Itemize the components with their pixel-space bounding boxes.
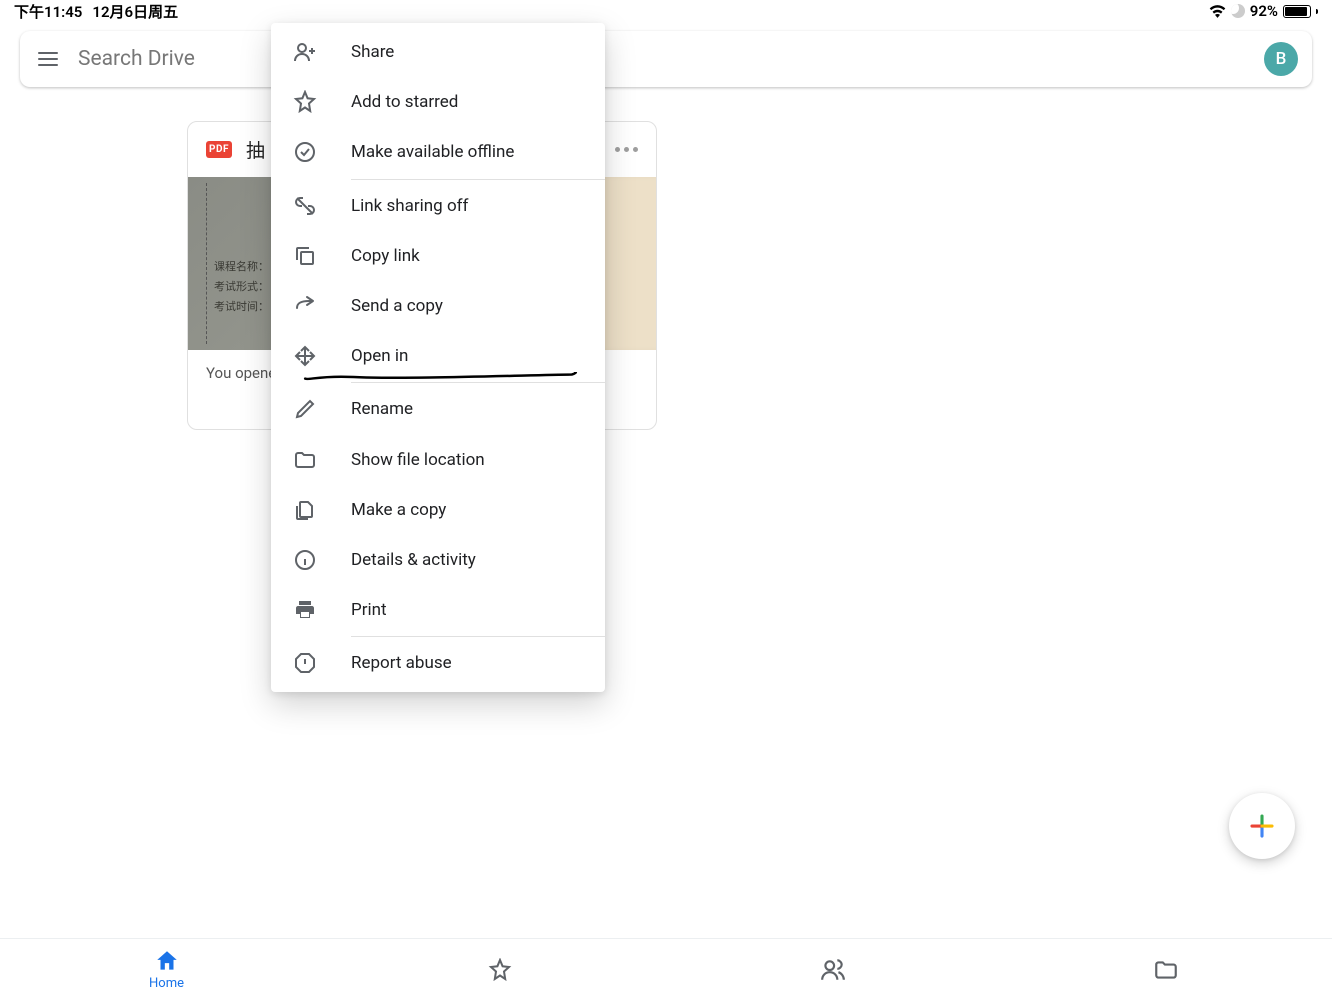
bottom-nav: Home StarredSharedFiles xyxy=(0,938,1332,1000)
avatar[interactable]: B xyxy=(1264,42,1298,76)
print-icon xyxy=(293,598,317,622)
menu-item-show-file-location[interactable]: Show file location xyxy=(271,435,605,485)
menu-item-print[interactable]: Print xyxy=(271,585,605,635)
move-icon xyxy=(293,344,317,368)
context-menu: Share Add to starred Make available offlin… xyxy=(271,23,605,692)
status-time: 下午11:45 xyxy=(14,1,82,22)
file-copy-icon xyxy=(293,498,317,522)
pdf-badge-icon: PDF xyxy=(206,141,232,158)
star-outline-icon xyxy=(488,958,512,982)
search-bar[interactable]: Search Drive B xyxy=(20,31,1312,87)
menu-item-copy-link[interactable]: Copy link xyxy=(271,231,605,281)
nav-shared[interactable]: Shared xyxy=(666,957,999,983)
star-outline-icon xyxy=(293,90,317,114)
nav-home[interactable]: Home xyxy=(0,948,333,991)
menu-item-report-abuse[interactable]: Report abuse xyxy=(271,638,605,688)
more-options-icon[interactable] xyxy=(615,147,638,152)
menu-item-label: Show file location xyxy=(351,450,485,470)
menu-item-share[interactable]: Share xyxy=(271,27,605,77)
menu-item-label: Share xyxy=(351,42,394,62)
menu-divider xyxy=(351,179,605,180)
search-input[interactable]: Search Drive xyxy=(78,47,1244,71)
link-off-icon xyxy=(293,194,317,218)
menu-item-label: Print xyxy=(351,600,387,620)
menu-item-open-in[interactable]: Open in xyxy=(271,331,605,381)
folder-outline-icon xyxy=(1153,957,1179,983)
pencil-icon xyxy=(293,397,317,421)
status-bar: 下午11:45 12月6日周五 92% xyxy=(0,0,1332,22)
menu-item-link-sharing-off[interactable]: Link sharing off xyxy=(271,181,605,231)
menu-item-label: Add to starred xyxy=(351,92,458,112)
moon-icon xyxy=(1231,4,1245,18)
menu-item-add-to-starred[interactable]: Add to starred xyxy=(271,77,605,127)
menu-item-label: Rename xyxy=(351,399,413,419)
menu-item-make-a-copy[interactable]: Make a copy xyxy=(271,485,605,535)
menu-item-label: Open in xyxy=(351,346,408,366)
menu-divider xyxy=(351,636,605,637)
nav-label: Home xyxy=(149,976,184,991)
person-add-icon xyxy=(293,40,317,64)
add-button[interactable] xyxy=(1229,793,1295,859)
home-icon xyxy=(154,948,180,974)
nav-files[interactable]: Files xyxy=(999,957,1332,983)
offline-check-icon xyxy=(293,140,317,164)
menu-item-label: Send a copy xyxy=(351,296,443,316)
menu-item-label: Link sharing off xyxy=(351,196,468,216)
arrow-forward-icon xyxy=(293,294,317,318)
menu-icon[interactable] xyxy=(38,52,58,66)
menu-item-make-available-offline[interactable]: Make available offline xyxy=(271,127,605,177)
menu-item-label: Report abuse xyxy=(351,653,452,673)
copy-icon xyxy=(293,244,317,268)
menu-item-details-activity[interactable]: Details & activity xyxy=(271,535,605,585)
menu-item-rename[interactable]: Rename xyxy=(271,384,605,434)
menu-item-label: Make available offline xyxy=(351,142,514,162)
report-icon xyxy=(293,651,317,675)
battery-percent: 92% xyxy=(1250,2,1278,20)
status-date: 12月6日周五 xyxy=(92,1,178,22)
battery-icon xyxy=(1283,5,1311,18)
menu-item-label: Details & activity xyxy=(351,550,476,570)
menu-item-send-a-copy[interactable]: Send a copy xyxy=(271,281,605,331)
folder-icon xyxy=(293,448,317,472)
wifi-icon xyxy=(1209,5,1226,18)
menu-item-label: Copy link xyxy=(351,246,420,266)
menu-item-label: Make a copy xyxy=(351,500,446,520)
nav-starred[interactable]: Starred xyxy=(333,958,666,982)
menu-divider xyxy=(351,382,605,383)
people-icon xyxy=(820,957,846,983)
info-icon xyxy=(293,548,317,572)
